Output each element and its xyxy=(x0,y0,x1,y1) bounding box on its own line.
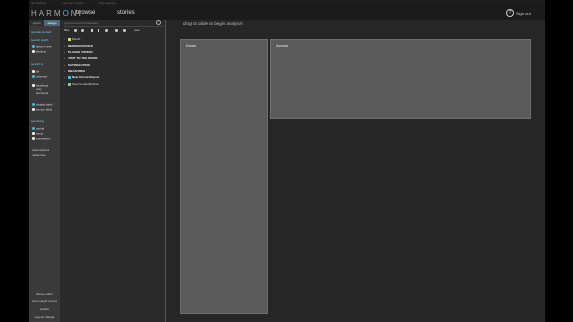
app-window: file desktop harmoni insight help settin… xyxy=(29,0,545,322)
analysis-area: drag to table to begin analysis Down Acr… xyxy=(166,20,545,322)
refresh-icon[interactable] xyxy=(123,29,126,32)
depth-option-shallow[interactable]: shallow xyxy=(32,50,46,53)
across-drop-zone[interactable]: Across xyxy=(270,39,531,119)
tab-report[interactable]: report xyxy=(29,20,44,26)
radio-off-icon xyxy=(32,84,35,87)
radio-on-icon xyxy=(32,103,35,106)
grid-icon[interactable] xyxy=(91,29,93,32)
tree-item-label: New Arrival Airport xyxy=(72,75,100,79)
variable-search-input[interactable]: type here to find variables xyxy=(64,20,164,27)
support-dialogs-button[interactable]: support dialogs xyxy=(29,314,60,320)
display-option-label[interactable]: display label xyxy=(32,103,53,106)
view-icon[interactable] xyxy=(115,29,118,32)
searching-option-exact[interactable]: exact xyxy=(32,132,43,135)
tree-item-label: VISIT TO THE MOON xyxy=(68,56,98,60)
tree-item-label: MEASURES xyxy=(68,69,86,73)
display-option-source[interactable]: source label xyxy=(32,108,52,111)
search-depth-label: search depth xyxy=(31,38,49,42)
library-editor-button[interactable]: library editor xyxy=(29,291,60,297)
nav-browse[interactable]: browse xyxy=(76,10,95,17)
down-drop-zone[interactable]: Down xyxy=(180,39,268,314)
nav-stories[interactable]: stories xyxy=(117,10,135,17)
reset-options-link[interactable]: reset options xyxy=(32,148,49,152)
tree-item-label: PLACES VISITED xyxy=(68,50,93,54)
search-option-all[interactable]: all xyxy=(32,70,39,73)
options-tabs: report design xyxy=(29,20,60,26)
tree-item[interactable]: › Source Identification xyxy=(64,82,99,87)
radio-off-icon xyxy=(32,132,35,135)
tab-design[interactable]: design xyxy=(44,20,60,26)
variable-type-icon xyxy=(68,37,71,41)
search-option-selected[interactable]: selected xyxy=(32,75,47,78)
searching-label: searching xyxy=(31,119,45,123)
settings-icon[interactable] xyxy=(105,29,108,32)
radio-on-icon xyxy=(32,127,35,130)
new-variable-button[interactable]: new xyxy=(134,28,140,33)
tree-item[interactable]: › Month xyxy=(64,37,80,42)
drag-hint: drag to table to begin analysis xyxy=(183,21,243,26)
radio-off-icon xyxy=(32,70,35,73)
search-option-elements: elements xyxy=(36,91,49,95)
filter-icon[interactable] xyxy=(74,29,77,32)
view-weight-source-button[interactable]: view weight source xyxy=(29,298,60,304)
depth-option-deep[interactable]: deep in tree xyxy=(32,45,52,48)
tree-item[interactable]: › MEASURES xyxy=(64,69,85,74)
sort-icon[interactable] xyxy=(81,29,84,32)
across-label: Across xyxy=(276,43,289,48)
tree-item[interactable]: › PLACES VISITED xyxy=(64,50,93,55)
publish-button[interactable]: publish xyxy=(29,306,60,312)
info-icon[interactable] xyxy=(98,29,99,32)
help-icon[interactable]: ? xyxy=(506,9,514,17)
tree-item[interactable]: › New Arrival Airport xyxy=(64,75,99,80)
radio-off-icon xyxy=(32,108,35,111)
radio-off-icon xyxy=(32,137,35,140)
mode-tree-link[interactable]: mode tree xyxy=(32,153,46,157)
tree-item-label: DEMOGRAPHICS xyxy=(68,44,93,48)
variable-type-icon xyxy=(68,82,71,86)
search-icon[interactable] xyxy=(156,20,161,25)
sign-out-link[interactable]: Sign out xyxy=(516,11,531,16)
radio-on-icon xyxy=(32,45,35,48)
searching-option-expression[interactable]: expression xyxy=(32,137,51,140)
variable-type-icon xyxy=(68,75,71,79)
tree-item[interactable]: › SATISFACTION xyxy=(64,63,90,68)
tree-item[interactable]: › VISIT TO THE MOON xyxy=(64,56,97,61)
tree-item-label: Source Identification xyxy=(72,82,100,86)
searching-option-partial[interactable]: partial xyxy=(32,127,44,130)
tree-item-label: Month xyxy=(72,37,81,41)
variable-toolbar: filter new xyxy=(64,28,164,33)
radio-on-icon xyxy=(32,75,35,78)
options-panel: report design operations field search de… xyxy=(29,20,60,322)
down-label: Down xyxy=(186,43,197,48)
tree-item[interactable]: › DEMOGRAPHICS xyxy=(64,44,93,49)
variables-panel: type here to find variables filter new ›… xyxy=(60,20,164,322)
tree-item-label: SATISFACTION xyxy=(68,63,90,67)
operations-label: operations field xyxy=(31,30,52,34)
radio-off-icon xyxy=(32,50,35,53)
top-bar: HARMONI browse stories ? Sign out xyxy=(29,6,545,20)
filter-label: filter xyxy=(64,28,70,32)
search-in-label: search in xyxy=(31,62,44,66)
